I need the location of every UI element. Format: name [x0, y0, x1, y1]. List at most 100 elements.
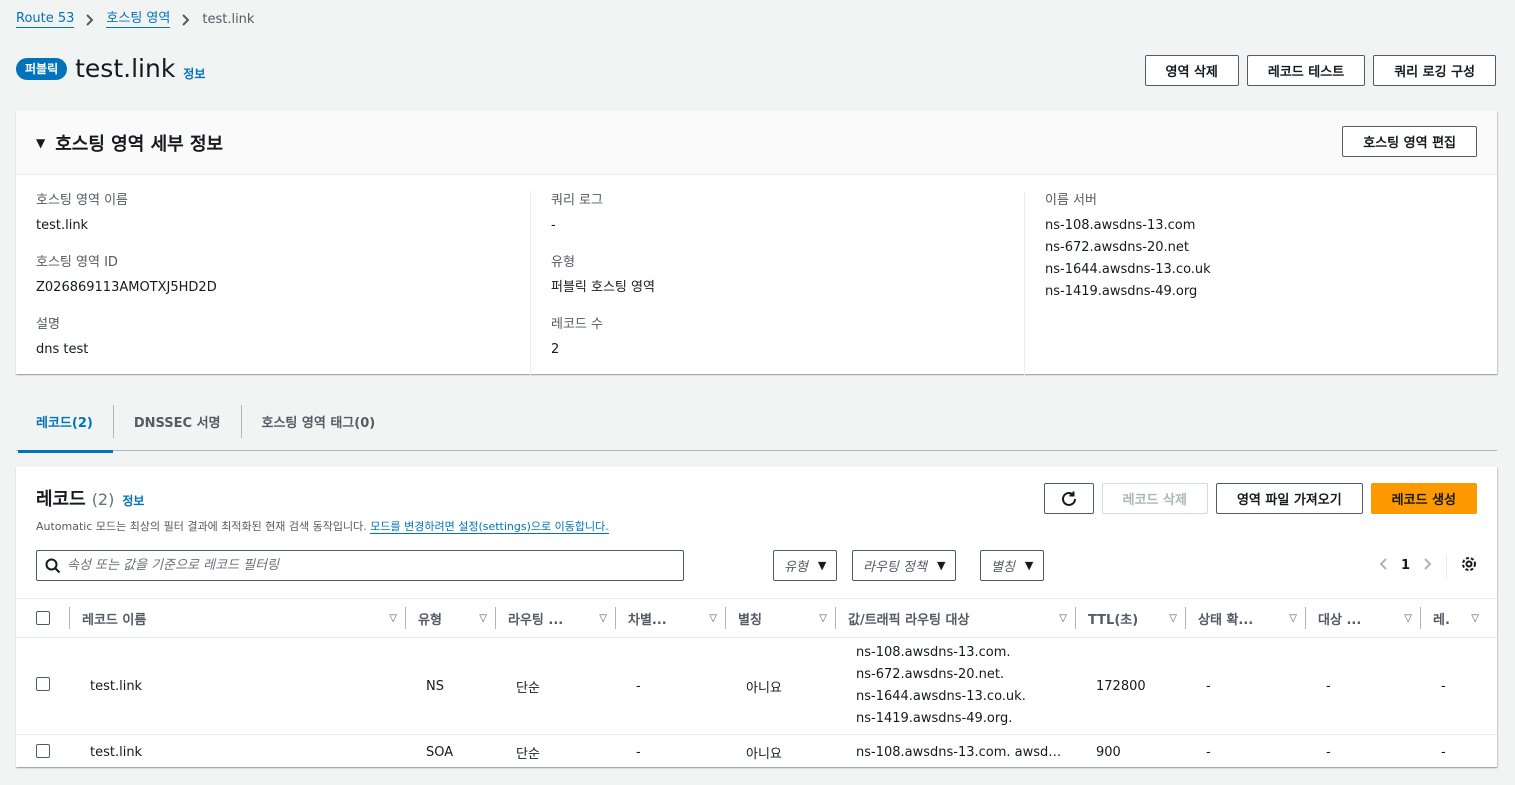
- name-server: ns-1419.awsdns-49.org: [1045, 284, 1198, 299]
- alias-filter[interactable]: 별칭 ▼: [980, 550, 1045, 581]
- tab-dnssec[interactable]: DNSSEC 서명: [112, 405, 241, 438]
- sort-icon[interactable]: ▽: [819, 613, 827, 624]
- sort-icon[interactable]: ▽: [1471, 613, 1479, 624]
- search-icon: [45, 558, 61, 574]
- page-title: test.link: [75, 54, 176, 83]
- routing-filter-label: 라우팅 정책: [863, 560, 927, 575]
- sort-icon[interactable]: ▽: [1169, 613, 1177, 624]
- configure-query-logging-button[interactable]: 쿼리 로깅 구성: [1373, 55, 1496, 86]
- col-header-name[interactable]: 레코드 이름 ▽: [70, 607, 406, 629]
- cell-ttl: 900: [1096, 745, 1121, 760]
- cell-record-id: -: [1441, 678, 1446, 694]
- breadcrumb-route53[interactable]: Route 53: [16, 11, 75, 28]
- delete-zone-button[interactable]: 영역 삭제: [1144, 55, 1239, 86]
- filter-row: 유형 ▼ 라우팅 정책 ▼ 별칭 ▼ 1: [36, 550, 1477, 582]
- col-label: TTL(초): [1088, 612, 1139, 628]
- records-actions: 레코드 삭제 영역 파일 가져오기 레코드 생성: [1043, 483, 1477, 514]
- cell-ttl: 172800: [1096, 678, 1146, 694]
- col-label: 대상 ...: [1318, 612, 1362, 628]
- details-title: 호스팅 영역 세부 정보: [55, 133, 224, 155]
- sort-icon[interactable]: ▽: [1059, 613, 1067, 624]
- sort-icon[interactable]: ▽: [1289, 613, 1297, 624]
- select-all-checkbox[interactable]: [36, 611, 50, 625]
- table-row[interactable]: test.link NS 단순 - 아니요 ns-108.awsdns-13.c…: [16, 638, 1497, 735]
- tab-records[interactable]: 레코드(2): [16, 405, 113, 453]
- sort-icon[interactable]: ▽: [599, 613, 607, 624]
- records-table: 레코드 이름 ▽ 유형 ▽ 라우팅 ... ▽ 차별... ▽ 별칭 ▽ 값/트래픽 라우…: [16, 598, 1497, 767]
- col-header-ttl[interactable]: TTL(초) ▽: [1076, 607, 1186, 629]
- cell-health: -: [1206, 745, 1211, 760]
- records-title: 레코드: [36, 489, 86, 510]
- info-link[interactable]: 정보: [183, 65, 205, 82]
- tab-tags[interactable]: 호스팅 영역 태그(0): [240, 405, 396, 438]
- delete-record-button[interactable]: 레코드 삭제: [1101, 483, 1208, 514]
- value-line: ns-672.awsdns-20.net.: [856, 667, 1005, 682]
- details-col-1: 호스팅 영역 이름 test.link 호스팅 영역 ID Z026869113AM…: [36, 191, 530, 377]
- col-header-type[interactable]: 유형 ▽: [406, 607, 496, 629]
- cell-value: ns-108.awsdns-13.com. ns-672.awsdns-20.n…: [836, 642, 1076, 730]
- routing-policy-filter[interactable]: 라우팅 정책 ▼: [852, 550, 957, 581]
- cell-routing: 단순: [516, 747, 540, 762]
- caret-down-icon[interactable]: ▼: [36, 136, 45, 150]
- import-zone-file-button[interactable]: 영역 파일 가져오기: [1215, 483, 1363, 514]
- col-label: 상태 확...: [1198, 612, 1254, 628]
- col-label: 별칭: [738, 612, 762, 628]
- col-label: 유형: [418, 612, 442, 628]
- sort-icon[interactable]: ▽: [1404, 613, 1412, 624]
- caret-down-icon: ▼: [817, 559, 827, 572]
- chevron-right-icon[interactable]: [1424, 557, 1432, 574]
- label-zone-id: 호스팅 영역 ID: [36, 255, 118, 270]
- row-checkbox[interactable]: [36, 677, 50, 691]
- col-header-routing[interactable]: 라우팅 ... ▽: [496, 607, 616, 629]
- table-header: 레코드 이름 ▽ 유형 ▽ 라우팅 ... ▽ 차별... ▽ 별칭 ▽ 값/트래픽 라우…: [16, 598, 1497, 638]
- col-header-differentiator[interactable]: 차별... ▽: [616, 607, 726, 629]
- name-server: ns-672.awsdns-20.net: [1045, 240, 1189, 255]
- cell-record-id: -: [1441, 745, 1446, 760]
- details-col-2: 쿼리 로그 - 유형 퍼블릭 호스팅 영역 레코드 수 2: [530, 191, 1024, 377]
- label-record-count: 레코드 수: [551, 317, 603, 332]
- col-header-health[interactable]: 상태 확... ▽: [1186, 607, 1306, 629]
- sort-icon[interactable]: ▽: [389, 613, 397, 624]
- value-line: ns-1644.awsdns-13.co.uk.: [856, 689, 1026, 704]
- hosted-zone-details-panel: ▼ 호스팅 영역 세부 정보 호스팅 영역 편집 호스팅 영역 이름 test.l…: [16, 111, 1497, 377]
- records-description-text: Automatic 모드는 최상의 필터 결과에 최적화된 현재 검색 동작입니…: [36, 520, 367, 533]
- label-zone-name: 호스팅 영역 이름: [36, 193, 128, 208]
- value-zone-id: Z026869113AMOTXJ5HD2D: [36, 280, 217, 295]
- col-header-target[interactable]: 대상 ... ▽: [1306, 607, 1421, 629]
- chevron-left-icon[interactable]: [1379, 557, 1387, 574]
- col-header-record-id[interactable]: 레. ▽: [1421, 607, 1487, 629]
- name-server: ns-108.awsdns-13.com: [1045, 218, 1196, 233]
- cell-differentiator: -: [636, 745, 641, 760]
- table-row[interactable]: test.link SOA 단순 - 아니요 ns-108.awsdns-13.…: [16, 735, 1497, 767]
- gear-icon[interactable]: [1461, 556, 1477, 576]
- col-header-alias[interactable]: 별칭 ▽: [726, 607, 836, 629]
- type-filter[interactable]: 유형 ▼: [773, 550, 838, 581]
- settings-link[interactable]: 모드를 변경하려면 설정(settings)으로 이동합니다.: [370, 520, 609, 534]
- details-header[interactable]: ▼ 호스팅 영역 세부 정보 호스팅 영역 편집: [16, 111, 1497, 175]
- value-zone-name: test.link: [36, 218, 89, 233]
- col-label: 레.: [1433, 612, 1450, 628]
- col-label: 레코드 이름: [82, 612, 147, 628]
- caret-down-icon: ▼: [1024, 559, 1034, 572]
- cell-name: test.link: [90, 678, 143, 694]
- page-number[interactable]: 1: [1401, 558, 1410, 573]
- value-type: 퍼블릭 호스팅 영역: [551, 280, 655, 295]
- pagination: 1: [1379, 550, 1477, 581]
- create-record-button[interactable]: 레코드 생성: [1370, 483, 1477, 514]
- test-record-button[interactable]: 레코드 테스트: [1246, 55, 1366, 86]
- header-actions: 영역 삭제 레코드 테스트 쿼리 로깅 구성: [1144, 55, 1496, 86]
- type-filter-label: 유형: [784, 560, 808, 575]
- refresh-button[interactable]: [1043, 483, 1094, 514]
- records-info-link[interactable]: 정보: [122, 492, 144, 509]
- label-type: 유형: [551, 255, 575, 270]
- cell-routing: 단순: [516, 680, 540, 696]
- edit-hosted-zone-button[interactable]: 호스팅 영역 편집: [1342, 126, 1477, 157]
- sort-icon[interactable]: ▽: [709, 613, 717, 624]
- breadcrumb-hosted-zones[interactable]: 호스팅 영역: [106, 11, 171, 28]
- cell-health: -: [1206, 678, 1211, 694]
- value-line: ns-1419.awsdns-49.org.: [856, 711, 1013, 726]
- row-checkbox[interactable]: [36, 743, 50, 758]
- search-input[interactable]: [67, 558, 683, 573]
- col-header-value[interactable]: 값/트래픽 라우팅 대상 ▽: [836, 607, 1076, 629]
- sort-icon[interactable]: ▽: [479, 613, 487, 624]
